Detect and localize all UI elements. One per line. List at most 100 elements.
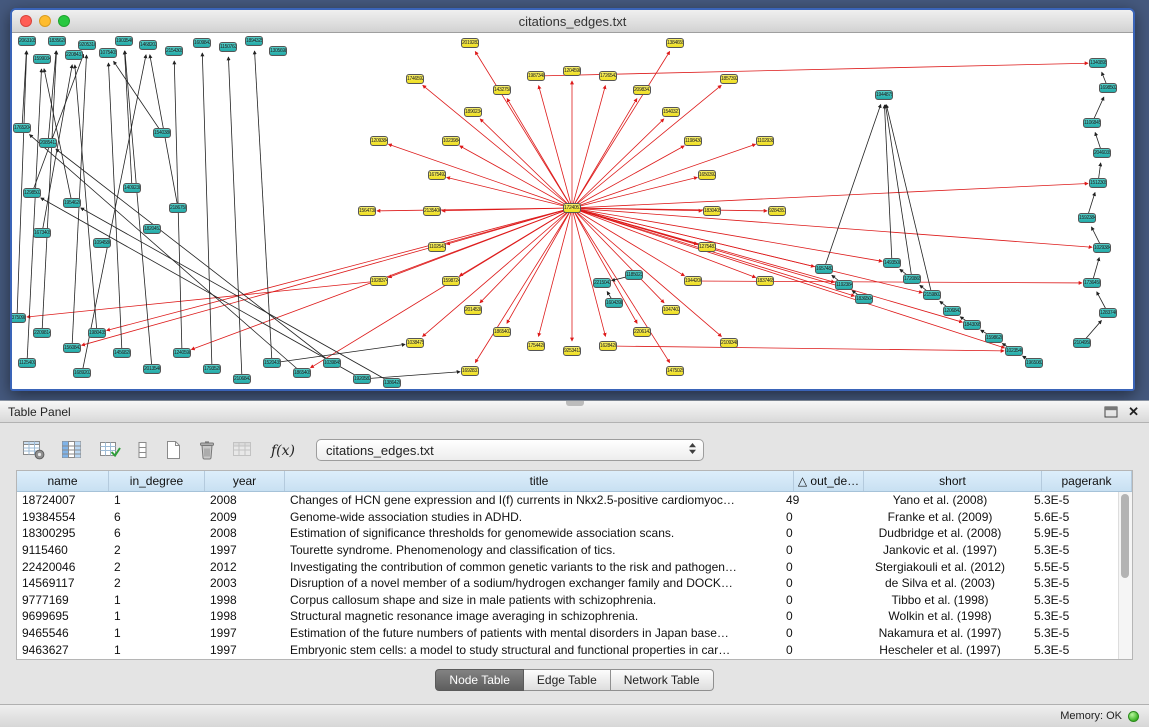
network-node[interactable]: 16284205 [599,341,617,351]
column-header-pagerank[interactable]: pagerank [1042,471,1132,491]
table-selector-dropdown[interactable]: citations_edges.txt [316,439,704,461]
network-node[interactable]: 13408956 [1089,58,1107,68]
network-node[interactable]: 19873402 [527,71,545,81]
network-node[interactable]: 15647382 [358,206,376,216]
network-node[interactable]: 14750292 [666,366,684,376]
network-node[interactable]: 16574839 [815,264,833,274]
new-document-icon[interactable] [159,436,187,464]
network-canvas[interactable]: 1724051318304052127548111944206710474038… [12,33,1133,390]
table-options-icon[interactable] [18,436,50,464]
column-header-in_degree[interactable]: in_degree [109,471,205,491]
network-node[interactable]: 11029384 [756,136,774,146]
network-node[interactable]: 21093485 [720,338,738,348]
network-node[interactable]: 18204536 [143,224,161,234]
table-row[interactable]: 1456911722003Disruption of a novel membe… [17,575,1119,592]
show-columns-icon[interactable] [56,436,88,464]
network-node[interactable]: 17364509 [1083,278,1101,288]
network-node[interactable]: 18374650 [756,276,774,286]
network-node[interactable]: 19448794 [875,90,893,100]
network-node[interactable]: 17465928 [406,74,424,84]
network-node[interactable]: 20135468 [143,364,161,374]
network-node[interactable]: 12985034 [23,188,41,198]
network-node[interactable]: 12837465 [1099,308,1117,318]
table-row[interactable]: 969969511998Structural magnetic resonanc… [17,608,1119,625]
network-node[interactable]: 12093846 [370,136,388,146]
network-node[interactable]: 14092385 [123,183,141,193]
network-node[interactable]: 21049586 [1073,338,1091,348]
table-scrollbar-thumb[interactable] [1121,494,1129,578]
column-header-out_de[interactable]: △ out_de… [794,471,864,491]
delete-table-icon[interactable] [193,436,221,464]
network-node[interactable]: 16985024 [1099,83,1117,93]
network-node[interactable]: 19205834 [353,374,371,384]
column-header-name[interactable]: name [17,471,109,491]
network-node[interactable]: 14327509 [493,85,511,95]
network-node[interactable]: 12405986 [173,348,191,358]
network-node[interactable]: 14935086 [883,258,901,268]
network-node[interactable]: 22150436 [593,278,611,288]
close-window-button[interactable] [20,15,32,27]
network-node[interactable]: 19283746 [370,276,388,286]
network-node[interactable]: 21068435 [233,374,251,384]
network-node[interactable]: 18365049 [855,294,873,304]
network-node[interactable]: 11850234 [625,270,643,280]
minimize-window-button[interactable] [39,15,51,27]
network-node[interactable]: 11254098 [18,358,36,368]
network-node[interactable]: 19546208 [63,198,81,208]
table-scrollbar[interactable] [1118,492,1132,659]
table-row[interactable]: 977716911998Corpus callosum shape and si… [17,592,1119,609]
network-node[interactable]: 10474038 [662,305,680,315]
network-node[interactable]: 17240513 [563,203,581,213]
network-node[interactable]: 17935208 [203,364,221,374]
network-node[interactable]: 22098145 [33,328,51,338]
column-header-year[interactable]: year [205,471,285,491]
network-node[interactable]: 16754920 [428,170,446,180]
network-node[interactable]: 16892034 [73,368,91,378]
network-node[interactable]: 10235468 [1005,346,1023,356]
network-node[interactable]: 9284351 [768,206,786,216]
tab-node-table[interactable]: Node Table [435,669,524,691]
float-panel-icon[interactable] [1104,406,1118,418]
network-node[interactable]: 20631054 [18,36,36,46]
network-node[interactable]: 18430956 [963,320,981,330]
network-node[interactable]: 11507634 [219,42,237,52]
network-node[interactable]: 20192837 [461,38,479,48]
table-row[interactable]: 1872400712008Changes of HCN gene express… [17,492,1119,509]
network-node[interactable]: 15403278 [662,107,680,117]
panel-resize-handle[interactable] [566,401,584,406]
close-panel-icon[interactable]: ✕ [1128,404,1139,420]
table-row[interactable]: 1938455462009Genome-wide association stu… [17,509,1119,526]
network-node[interactable]: 17544208 [527,341,545,351]
network-node[interactable]: 19650834 [1025,358,1043,368]
network-node[interactable]: 18654092 [293,368,311,378]
network-node[interactable]: 20460398 [1093,148,1111,158]
network-node[interactable]: 10384752 [406,338,424,348]
column-header-title[interactable]: title [285,471,794,491]
network-node[interactable]: 16098432 [193,38,211,48]
network-node[interactable]: 20983415 [633,85,651,95]
network-node[interactable]: 22084315 [65,50,83,60]
network-node[interactable]: 18573920 [720,74,738,84]
function-builder-icon[interactable]: f(x) [265,436,300,464]
network-node[interactable]: 15204398 [263,358,281,368]
network-node[interactable]: 11068452 [1083,118,1101,128]
zoom-window-button[interactable] [58,15,70,27]
network-node[interactable]: 16043985 [605,298,623,308]
column-header-short[interactable]: short [864,471,1042,491]
network-node[interactable]: 21543098 [165,46,183,56]
edit-table-icon[interactable] [94,436,126,464]
network-node[interactable]: 18943250 [245,36,263,46]
network-node[interactable]: 16734098 [33,228,51,238]
network-node[interactable]: 13864205 [383,378,401,388]
network-node[interactable]: 15403867 [153,128,171,138]
network-node[interactable]: 21867503 [169,203,187,213]
network-node[interactable]: 21354062 [423,206,441,216]
table-row[interactable]: 946554611997Estimation of the future num… [17,625,1119,642]
window-titlebar[interactable]: citations_edges.txt [12,10,1133,33]
network-node[interactable]: 15123098 [1089,178,1107,188]
network-node[interactable]: 15987243 [442,276,460,286]
network-node[interactable]: 11025437 [428,242,446,252]
network-node[interactable]: 17265430 [599,71,617,81]
network-node[interactable]: 16928374 [461,366,479,376]
table-row[interactable]: 911546021997Tourette syndrome. Phenomeno… [17,542,1119,559]
